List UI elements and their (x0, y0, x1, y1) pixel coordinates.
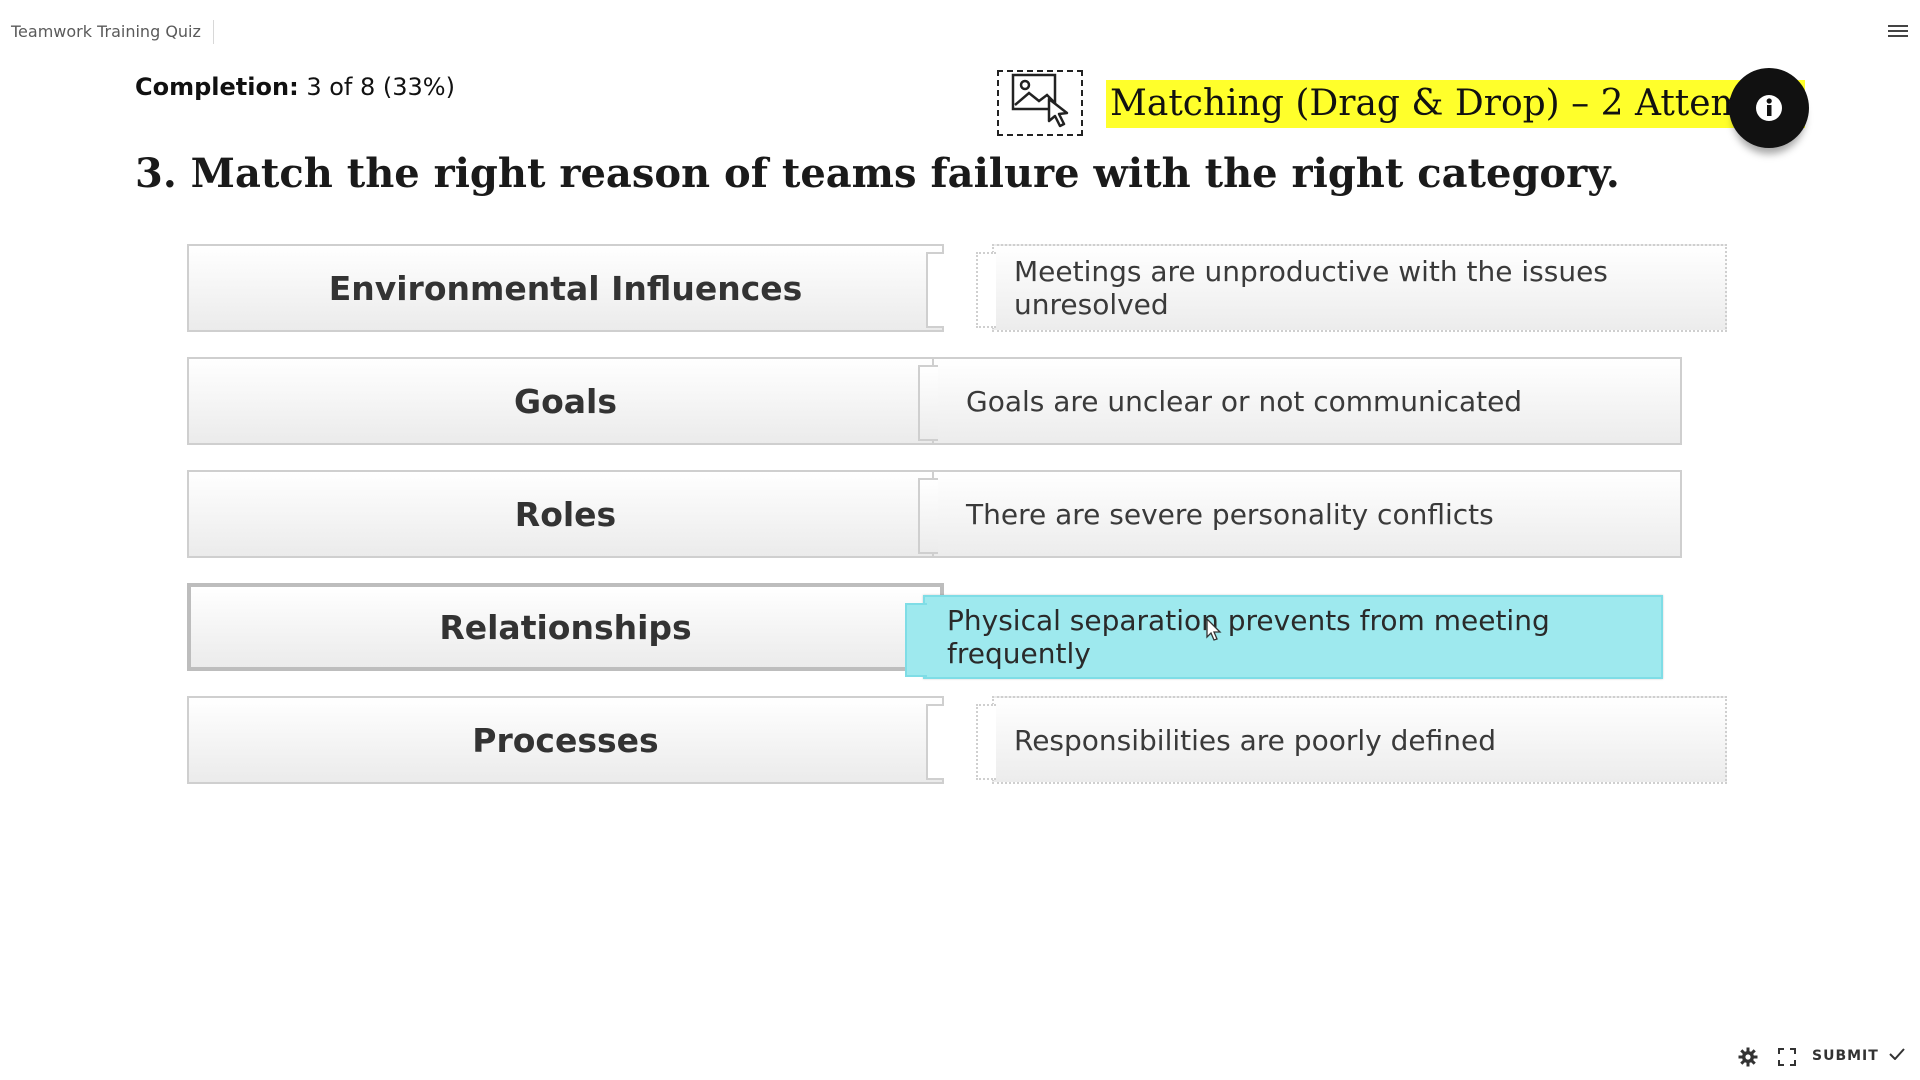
category-roles[interactable]: Roles (187, 470, 944, 558)
footer-bar: SUBMIT (1700, 1040, 1920, 1080)
completion-value: 3 of 8 (33%) (306, 73, 455, 101)
match-row: Roles There are severe personality confl… (187, 470, 1727, 560)
question-type-label: Matching (Drag & Drop) – 2 Attempts (1106, 80, 1805, 128)
category-goals[interactable]: Goals (187, 357, 944, 445)
match-row: Goals Goals are unclear or not communica… (187, 357, 1727, 447)
submit-label: SUBMIT (1812, 1048, 1879, 1064)
completion-label: Completion: (135, 73, 299, 101)
completion-status: Completion: 3 of 8 (33%) (135, 73, 455, 101)
gear-icon[interactable] (1738, 1047, 1758, 1067)
question-text: 3. Match the right reason of teams failu… (135, 150, 1620, 197)
fullscreen-icon[interactable] (1778, 1048, 1796, 1066)
info-button[interactable] (1729, 68, 1809, 148)
match-row: Environmental Influences Meetings are un… (187, 244, 1727, 334)
answer-item[interactable]: Meetings are unproductive with the issue… (976, 244, 1727, 332)
info-icon (1756, 95, 1782, 121)
hamburger-menu-icon[interactable] (1888, 22, 1908, 38)
answer-item[interactable]: There are severe personality conflicts (918, 470, 1682, 558)
answer-item[interactable]: Goals are unclear or not communicated (918, 357, 1682, 445)
match-row: Processes Responsibilities are poorly de… (187, 696, 1727, 786)
answer-item-dragging[interactable]: Physical separation prevents from meetin… (905, 595, 1663, 679)
answer-item[interactable]: Responsibilities are poorly defined (976, 696, 1727, 784)
match-row: Relationships Physical separation preven… (187, 583, 1727, 679)
category-environmental-influences[interactable]: Environmental Influences (187, 244, 944, 332)
category-processes[interactable]: Processes (187, 696, 944, 784)
submit-button[interactable]: SUBMIT (1812, 1048, 1905, 1064)
app-title: Teamwork Training Quiz (11, 20, 214, 44)
category-relationships[interactable]: Relationships (187, 583, 944, 671)
checkmark-icon (1888, 1048, 1905, 1061)
top-bar: Teamwork Training Quiz (0, 0, 1920, 62)
drag-drop-icon (997, 70, 1083, 136)
mouse-cursor-icon (1206, 618, 1222, 641)
